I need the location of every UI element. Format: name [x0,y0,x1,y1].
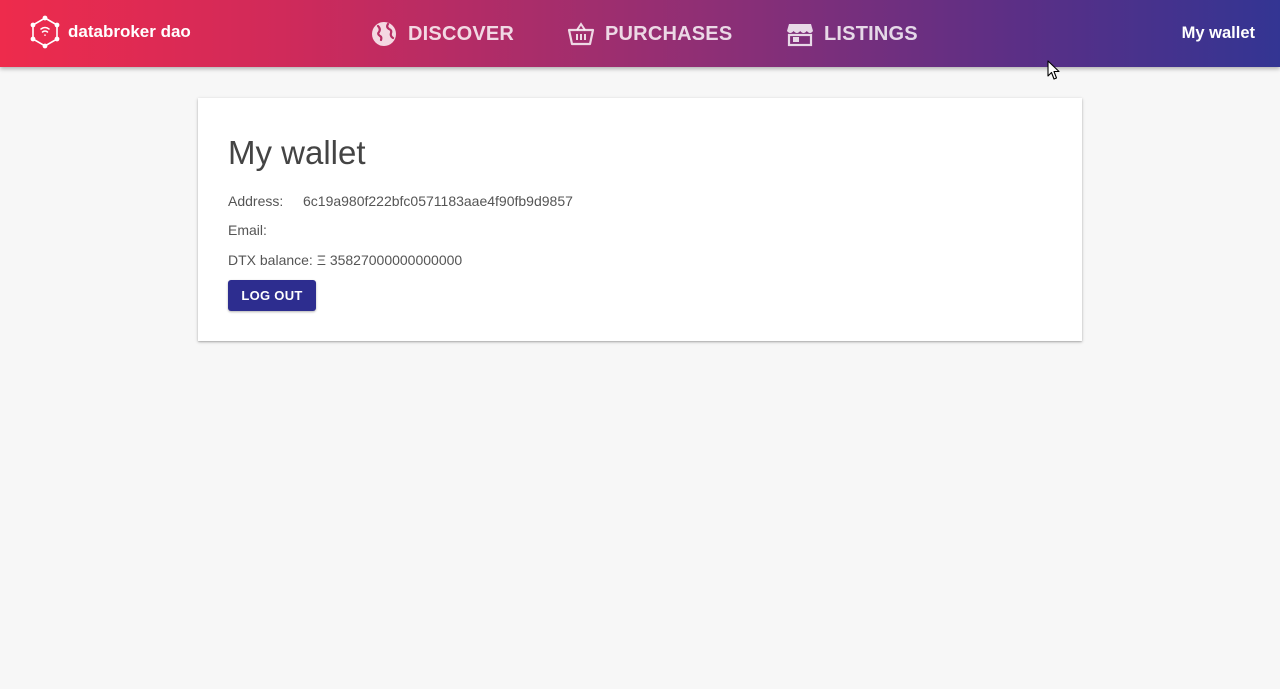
brand-logo[interactable]: databroker dao [28,15,191,49]
top-navigation-bar: databroker dao DISCOVER PURCHASES LISTIN… [0,0,1280,67]
balance-row: DTX balance: Ξ 35827000000000000 [228,252,462,268]
nav-listings[interactable]: LISTINGS [786,19,918,49]
nav-listings-label: LISTINGS [824,22,918,45]
nav-discover[interactable]: DISCOVER [370,19,514,49]
nav-purchases-label: PURCHASES [605,22,733,45]
brand-name: databroker dao [68,22,191,41]
email-label: Email: [228,222,267,238]
my-wallet-link[interactable]: My wallet [1182,24,1255,43]
globe-icon [372,22,396,46]
address-value: 6c19a980f222bfc0571183aae4f90fb9d9857 [303,193,573,209]
email-row: Email: [228,222,267,238]
nav-discover-label: DISCOVER [408,22,515,45]
databroker-logo-icon [30,15,60,49]
address-row: Address: 6c19a980f222bfc0571183aae4f90fb… [228,193,573,209]
page-title: My wallet [228,134,366,171]
mouse-cursor-icon [1047,60,1060,80]
balance-label: DTX balance: [228,252,313,268]
storefront-icon [787,24,813,47]
balance-value: Ξ 35827000000000000 [316,252,463,268]
nav-purchases[interactable]: PURCHASES [567,19,732,49]
address-label: Address: [228,193,284,209]
basket-icon [567,22,595,46]
wallet-card: My wallet Address: 6c19a980f222bfc057118… [198,98,1082,341]
logout-button[interactable]: LOG OUT [228,280,316,311]
